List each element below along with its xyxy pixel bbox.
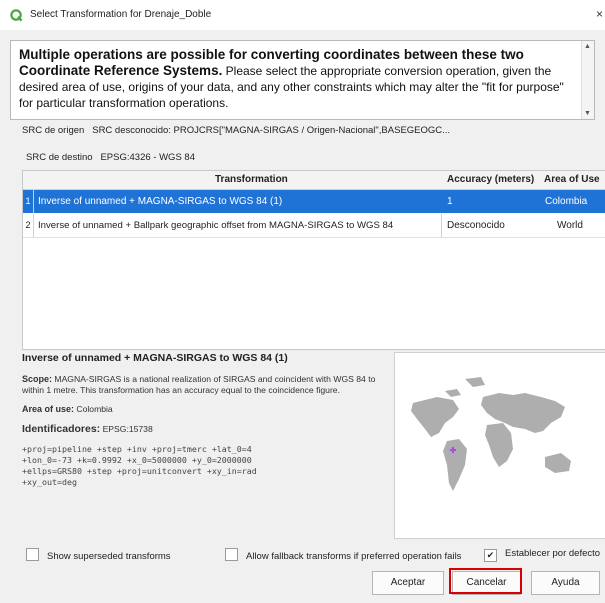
details-area: Area of use: Colombia	[22, 404, 382, 415]
identifiers-label: Identificadores:	[22, 423, 101, 435]
dest-crs-value: EPSG:4326 - WGS 84	[100, 152, 195, 163]
show-superseded-label: Show superseded transforms	[47, 551, 171, 562]
qgis-logo-icon	[10, 9, 23, 22]
set-default-label: Establecer por defecto	[505, 548, 601, 559]
details-identifiers: Identificadores: EPSG:15738	[22, 424, 382, 435]
scroll-down-icon[interactable]: ▼	[584, 110, 591, 117]
scope-label: Scope:	[22, 374, 53, 384]
row-accuracy: Desconocido	[447, 220, 505, 231]
proj-string: +proj=pipeline +step +inv +proj=tmerc +l…	[22, 444, 257, 487]
transformation-table[interactable]: Transformation Accuracy (meters) Area of…	[22, 170, 605, 350]
row-number: 2	[23, 214, 34, 237]
details-scope: Scope: MAGNA-SIRGAS is a national realiz…	[22, 374, 382, 396]
checkbox-box[interactable]	[26, 548, 39, 561]
area-label: Area of use:	[22, 404, 75, 414]
column-header-accuracy[interactable]: Accuracy (meters)	[447, 174, 534, 185]
details-panel: Inverse of unnamed + MAGNA-SIRGAS to WGS…	[22, 352, 382, 488]
column-header-area[interactable]: Area of Use	[544, 174, 600, 185]
world-map-icon	[411, 377, 571, 491]
area-value: Colombia	[76, 404, 113, 414]
checkbox-box[interactable]	[225, 548, 238, 561]
row-area: World	[557, 220, 583, 231]
help-button[interactable]: Ayuda	[531, 571, 600, 595]
dest-crs-line: SRC de destino EPSG:4326 - WGS 84	[26, 152, 195, 163]
allow-fallback-label: Allow fallback transforms if preferred o…	[246, 551, 462, 562]
identifiers-value: EPSG:15738	[102, 424, 153, 434]
column-divider	[441, 214, 442, 237]
message-scrollbar[interactable]: ▲ ▼	[581, 41, 594, 119]
table-row[interactable]: 2 Inverse of unnamed + Ballpark geograph…	[23, 214, 605, 238]
cancel-button-highlight	[449, 568, 522, 594]
table-header: Transformation Accuracy (meters) Area of…	[23, 171, 605, 190]
close-icon[interactable]: ×	[596, 7, 603, 21]
source-crs-line: SRC de origen SRC desconocido: PROJCRS["…	[22, 125, 450, 136]
row-accuracy: 1	[447, 196, 453, 207]
allow-fallback-checkbox[interactable]: Allow fallback transforms if preferred o…	[225, 548, 461, 562]
details-title: Inverse of unnamed + MAGNA-SIRGAS to WGS…	[22, 352, 288, 364]
window-title: Select Transformation for Drenaje_Doble	[30, 9, 212, 20]
show-superseded-checkbox[interactable]: Show superseded transforms	[26, 548, 171, 562]
source-crs-value: SRC desconocido: PROJCRS["MAGNA-SIRGAS /…	[92, 125, 451, 136]
row-transformation: Inverse of unnamed + MAGNA-SIRGAS to WGS…	[38, 196, 283, 207]
row-transformation: Inverse of unnamed + Ballpark geographic…	[38, 220, 394, 231]
dest-crs-label: SRC de destino	[26, 152, 93, 163]
title-bar: Select Transformation for Drenaje_Doble …	[0, 0, 605, 30]
row-number: 1	[23, 190, 34, 213]
info-message: Multiple operations are possible for con…	[19, 47, 581, 111]
scroll-up-icon[interactable]: ▲	[584, 43, 591, 50]
source-crs-label: SRC de origen	[22, 125, 85, 136]
checkmark-icon[interactable]: ✔	[484, 549, 497, 562]
scope-text: MAGNA-SIRGAS is a national realization o…	[22, 374, 376, 395]
set-default-checkbox[interactable]: ✔ Establecer por defecto	[484, 548, 600, 562]
row-area: Colombia	[545, 196, 588, 207]
accept-button[interactable]: Aceptar	[372, 571, 444, 595]
area-of-use-map	[394, 352, 605, 539]
info-message-box: Multiple operations are possible for con…	[10, 40, 595, 120]
column-header-transformation[interactable]: Transformation	[215, 174, 288, 185]
table-row[interactable]: 1 Inverse of unnamed + MAGNA-SIRGAS to W…	[23, 190, 605, 213]
